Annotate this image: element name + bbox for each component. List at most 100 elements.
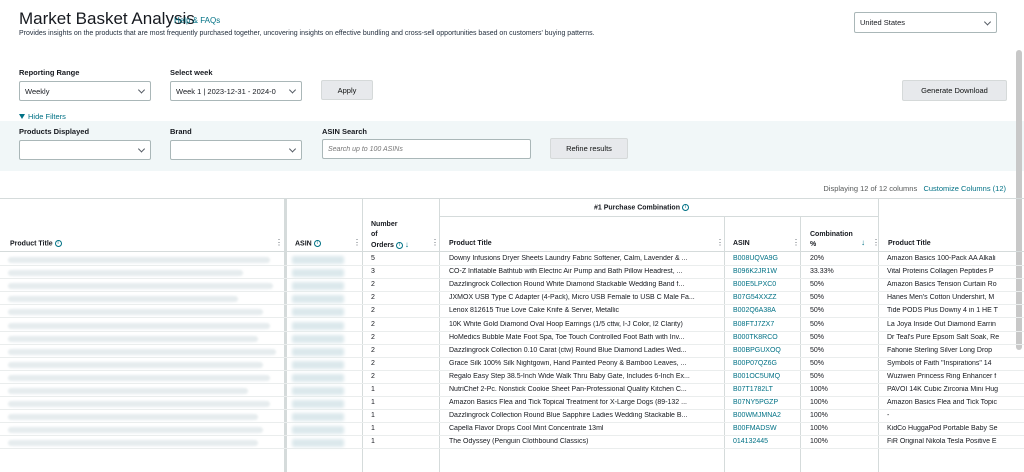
- column-header-product-title[interactable]: Product Title i: [10, 240, 62, 247]
- table-row[interactable]: 2 Grace Silk 100% Silk Nightgown, Hand Pa…: [0, 358, 1024, 371]
- refine-results-button[interactable]: Refine results: [550, 138, 628, 159]
- redacted-product-title: [8, 361, 263, 368]
- cell-combination: 50%: [810, 294, 825, 302]
- table-row[interactable]: 2 Regalo Easy Step 38.5-Inch Wide Walk Th…: [0, 371, 1024, 384]
- sort-down-icon[interactable]: ↓: [861, 238, 865, 247]
- sort-down-icon[interactable]: ↓: [405, 240, 409, 249]
- table-header: [0, 198, 1024, 252]
- country-select-value: United States: [860, 18, 906, 27]
- redacted-product-title: [8, 374, 270, 381]
- column-header-combination[interactable]: Combination %: [810, 230, 853, 250]
- hide-filters-link[interactable]: Hide Filters: [19, 112, 66, 121]
- select-week-label: Select week: [170, 68, 213, 77]
- column-header-p2-title[interactable]: Product Title: [888, 240, 931, 247]
- table-row[interactable]: 1 Amazon Basics Flea and Tick Topical Tre…: [0, 397, 1024, 411]
- cell-product-title-2: Amazon Basics Tension Curtain Ro: [887, 281, 997, 289]
- table-row[interactable]: 1 NutriChef 2-Pc. Nonstick Cookie Sheet P…: [0, 384, 1024, 397]
- cell-asin-link[interactable]: B001OC5UMQ: [733, 373, 795, 380]
- redacted-asin: [292, 426, 344, 435]
- page-title: Market Basket Analysis: [19, 9, 195, 28]
- cell-asin-link[interactable]: B00E5LPXC0: [733, 281, 795, 288]
- redacted-product-title: [8, 348, 276, 355]
- redacted-asin: [292, 439, 344, 448]
- help-link[interactable]: Help & FAQs: [174, 16, 220, 25]
- cell-asin-link[interactable]: B07G54XXZZ: [733, 294, 795, 301]
- table-row[interactable]: 3 CO-Z Inflatable Bathtub with Electric A…: [0, 266, 1024, 280]
- cell-asin-link[interactable]: B00BPGUXOQ: [733, 347, 795, 354]
- cell-product-title: Grace Silk 100% Silk Nightgown, Hand Pai…: [449, 359, 687, 367]
- column-header-asin[interactable]: ASIN i: [295, 240, 321, 247]
- column-menu-icon[interactable]: ⋮: [872, 238, 880, 247]
- products-displayed-label: Products Displayed: [19, 127, 90, 136]
- column-info: Displaying 12 of 12 columns Customize Co…: [823, 184, 1006, 193]
- select-week-select[interactable]: Week 1 | 2023-12-31 - 2024-0: [170, 81, 302, 101]
- chevron-down-icon: [137, 145, 146, 153]
- group-header-label: #1 Purchase Combination: [594, 204, 680, 212]
- cell-product-title: NutriChef 2-Pc. Nonstick Cookie Sheet Pa…: [449, 386, 687, 393]
- hide-filters-label: Hide Filters: [28, 112, 66, 121]
- products-displayed-select[interactable]: [19, 140, 151, 160]
- redacted-product-title: [8, 322, 270, 329]
- column-menu-icon[interactable]: ⋮: [431, 238, 439, 247]
- cell-asin-link[interactable]: B08FTJ7ZX7: [733, 321, 795, 328]
- cell-product-title-2: Symbols of Faith "Inspirations" 14: [887, 359, 992, 367]
- column-menu-icon[interactable]: ⋮: [792, 238, 800, 247]
- group-header-divider: [439, 216, 878, 217]
- column-header-orders[interactable]: Number of Orders i ↓: [371, 220, 409, 251]
- column-menu-icon[interactable]: ⋮: [716, 238, 724, 247]
- redacted-product-title: [8, 414, 258, 421]
- table-row[interactable]: 1 Dazzlingrock Collection Round Blue Sapp…: [0, 410, 1024, 424]
- chevron-down-icon: [288, 145, 297, 153]
- table-row[interactable]: 2 JXMOX USB Type C Adapter (4-Pack), Micr…: [0, 292, 1024, 306]
- info-icon[interactable]: i: [54, 240, 62, 247]
- cell-asin-link[interactable]: B00FMADSW: [733, 425, 795, 432]
- column-header-label: of: [371, 231, 378, 238]
- country-select[interactable]: United States: [854, 12, 997, 33]
- table-row[interactable]: 2 Dazzlingrock Collection Round White Dia…: [0, 279, 1024, 293]
- cell-orders: 1: [371, 399, 375, 407]
- asin-search-label: ASIN Search: [322, 127, 368, 136]
- cell-combination: 20%: [810, 255, 825, 262]
- cell-product-title: CO-Z Inflatable Bathtub with Electric Ai…: [449, 268, 683, 276]
- table-row[interactable]: 1 Capella Flavor Drops Cool Mint Concentr…: [0, 423, 1024, 437]
- cell-combination: 50%: [810, 333, 825, 341]
- brand-select[interactable]: [170, 140, 302, 160]
- cell-asin-link[interactable]: B096K2JR1W: [733, 268, 795, 275]
- table-row[interactable]: 2 HoMedics Bubble Mate Foot Spa, Toe Touc…: [0, 332, 1024, 345]
- table-row[interactable]: 2 Lenox 812615 True Love Cake Knife & Ser…: [0, 305, 1024, 319]
- cell-asin-link[interactable]: B000TK8RCO: [733, 334, 795, 341]
- cell-asin-link[interactable]: B07T1782LT: [733, 386, 795, 393]
- column-menu-icon[interactable]: ⋮: [275, 238, 283, 247]
- info-icon[interactable]: i: [313, 240, 321, 247]
- cell-combination: 100%: [810, 386, 828, 393]
- cell-asin-link[interactable]: 014132445: [733, 438, 795, 445]
- cell-product-title-2: -: [887, 412, 890, 420]
- reporting-range-select[interactable]: Weekly: [19, 81, 151, 101]
- cell-asin-link[interactable]: B008UQVA9G: [733, 255, 795, 262]
- apply-button[interactable]: Apply: [321, 80, 373, 100]
- table-row[interactable]: 2 Dazzlingrock Collection 0.10 Carat (ctw…: [0, 345, 1024, 358]
- table-row[interactable]: 1 The Odyssey (Penguin Clothbound Classic…: [0, 436, 1024, 450]
- cell-orders: 1: [371, 425, 375, 433]
- info-icon[interactable]: i: [681, 204, 689, 211]
- column-header-p1-asin[interactable]: ASIN: [733, 240, 750, 247]
- table-row[interactable]: 2 10K White Gold Diamond Oval Hoop Earrin…: [0, 319, 1024, 332]
- cell-product-title: JXMOX USB Type C Adapter (4-Pack), Micro…: [449, 294, 695, 302]
- column-header-p1-title[interactable]: Product Title: [449, 240, 492, 247]
- cell-combination: 50%: [810, 281, 825, 289]
- cell-orders: 2: [371, 281, 375, 289]
- cell-asin-link[interactable]: B00WMJMNA2: [733, 412, 795, 419]
- cell-asin-link[interactable]: B07NY5PGZP: [733, 399, 795, 406]
- cell-asin-link[interactable]: B00P07QZ6G: [733, 360, 795, 367]
- asin-search-input[interactable]: [322, 139, 531, 159]
- info-icon[interactable]: i: [395, 241, 403, 249]
- column-menu-icon[interactable]: ⋮: [353, 238, 361, 247]
- filter-icon: [19, 114, 25, 119]
- generate-download-button[interactable]: Generate Download: [902, 80, 1007, 101]
- cell-orders: 2: [371, 372, 375, 380]
- cell-asin-link[interactable]: B002Q6A38A: [733, 307, 795, 314]
- table-row[interactable]: 5 Downy Infusions Dryer Sheets Laundry Fa…: [0, 253, 1024, 266]
- displaying-columns-text: Displaying 12 of 12 columns: [823, 184, 918, 193]
- customize-columns-link[interactable]: Customize Columns (12): [923, 184, 1006, 193]
- page-description: Provides insights on the products that a…: [19, 30, 595, 37]
